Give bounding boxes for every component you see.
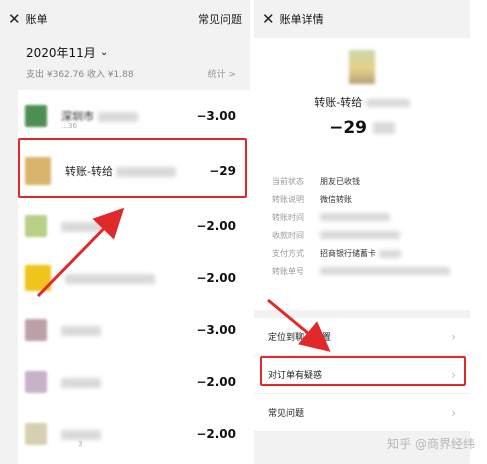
chevron-right-icon: ›: [451, 405, 456, 420]
detail-card: 转账-转给 −29 当前状态 朋友已收钱 转账说明 微信转账 转账时间 收款时间…: [254, 38, 470, 310]
transfer-amount: −29: [329, 118, 367, 138]
field-value: 微信转账: [320, 195, 352, 204]
blurred-text: [372, 122, 395, 134]
field-label: 转账说明: [272, 195, 304, 204]
close-icon[interactable]: ✕: [262, 10, 275, 28]
page-title: 账单详情: [279, 13, 324, 26]
highlight-box: [260, 356, 466, 386]
field-row: 转账时间: [272, 212, 390, 223]
stats-link[interactable]: 统计 >: [208, 67, 236, 80]
list-item[interactable]: −2.00: [18, 252, 250, 304]
field-row: 转账说明 微信转账: [272, 194, 352, 205]
contact-avatar: [25, 319, 47, 341]
field-row: 支付方式 招商银行储蓄卡: [272, 248, 401, 259]
list-item-amount: −2.00: [196, 219, 236, 233]
contact-avatar: [25, 215, 47, 237]
list-item-amount: −2.00: [196, 427, 236, 441]
blurred-text: [65, 273, 155, 284]
blurred-text: [320, 212, 390, 221]
menu-item-label: 常见问题: [268, 409, 305, 419]
page-title: 账单: [25, 13, 48, 26]
contact-avatar: [25, 423, 47, 445]
blurred-text: [378, 249, 401, 258]
field-value: 招商银行储蓄卡: [320, 249, 376, 258]
blurred-text: [320, 230, 400, 239]
blurred-text: [97, 112, 138, 122]
blurred-text: [61, 221, 111, 232]
field-label: 转账时间: [272, 213, 304, 222]
list-item-sub: …36: [61, 122, 77, 130]
blurred-text: [320, 266, 450, 275]
blurred-text: [61, 377, 101, 388]
blurred-text: [61, 325, 101, 336]
faq-link[interactable]: 常见问题: [198, 11, 242, 27]
list-item-amount: −3.00: [196, 323, 236, 337]
summary-text: 支出 ¥362.76 收入 ¥1.88: [26, 70, 134, 80]
list-item-amount: −2.00: [196, 271, 236, 285]
list-item-amount: −3.00: [196, 109, 236, 123]
menu-item-faq[interactable]: 常见问题 ›: [254, 394, 470, 432]
contact-avatar: [349, 50, 375, 84]
merchant-icon: [25, 105, 47, 127]
field-label: 支付方式: [272, 249, 304, 258]
blurred-text: [365, 99, 410, 107]
month-summary: 2020年11月 ⌄ 支出 ¥362.76 收入 ¥1.88 统计 >: [0, 38, 250, 90]
field-label: 收款时间: [272, 231, 304, 240]
list-item[interactable]: −2.00: [18, 356, 250, 408]
contact-avatar: [25, 265, 51, 291]
month-label: 2020年11月: [26, 46, 96, 60]
bill-detail-panel: ✕ 账单详情 转账-转给 −29 当前状态 朋友已收钱 转账说明 微信转账 转账…: [254, 0, 470, 464]
field-label: 转账单号: [272, 267, 304, 276]
list-item[interactable]: 深圳市 …36 −3.00: [18, 90, 250, 142]
bill-list-header: ✕ 账单 常见问题: [0, 0, 250, 38]
chevron-right-icon: ›: [451, 329, 456, 344]
bill-list-panel: ✕ 账单 常见问题 2020年11月 ⌄ 支出 ¥362.76 收入 ¥1.88…: [0, 0, 250, 464]
blurred-text: [61, 429, 101, 440]
chevron-down-icon: ⌄: [99, 47, 109, 58]
watermark: 知乎 @商界经纬: [387, 437, 475, 451]
field-row: 转账单号: [272, 266, 450, 277]
list-item[interactable]: 3 −2.00: [18, 408, 250, 460]
menu-item-label: 定位到聊天位置: [268, 333, 332, 343]
transfer-title: 转账-转给: [314, 96, 363, 109]
bill-detail-header: ✕ 账单详情: [254, 0, 470, 38]
list-item-sub: 3: [78, 440, 83, 448]
field-label: 当前状态: [272, 177, 304, 186]
list-item[interactable]: −2.00: [18, 200, 250, 252]
contact-avatar: [25, 371, 47, 393]
list-item-amount: −2.00: [196, 375, 236, 389]
menu-item-locate-chat[interactable]: 定位到聊天位置 ›: [254, 318, 470, 356]
highlight-box: [18, 138, 247, 198]
month-selector[interactable]: 2020年11月 ⌄: [26, 44, 236, 61]
list-item[interactable]: −3.00: [18, 304, 250, 356]
field-row: 收款时间: [272, 230, 400, 241]
field-row: 当前状态 朋友已收钱: [272, 176, 360, 187]
field-value: 朋友已收钱: [320, 177, 360, 186]
close-icon[interactable]: ✕: [8, 10, 21, 28]
